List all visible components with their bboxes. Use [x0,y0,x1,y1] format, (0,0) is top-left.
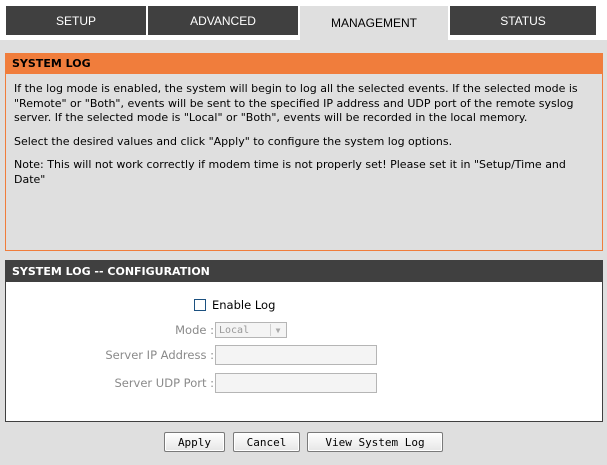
info-panel-title: SYSTEM LOG [6,54,602,74]
action-buttons: Apply Cancel View System Log [0,432,607,458]
server-port-input[interactable] [215,373,377,393]
enable-log-label: Enable Log [212,298,276,312]
system-log-info-panel: SYSTEM LOG If the log mode is enabled, t… [5,53,603,251]
mode-label: Mode : [175,323,214,337]
tab-advanced[interactable]: ADVANCED [148,6,298,35]
info-paragraph: If the log mode is enabled, the system w… [14,82,578,124]
server-ip-input[interactable] [215,345,377,365]
enable-log-row: Enable Log [194,295,275,315]
main-content: SYSTEM LOG If the log mode is enabled, t… [0,40,607,465]
mode-select[interactable]: Local ▼ [215,322,287,338]
cancel-button[interactable]: Cancel [233,432,300,452]
chevron-down-icon: ▼ [270,324,285,336]
tab-setup[interactable]: SETUP [6,6,146,35]
mode-select-value: Local [219,324,250,336]
info-paragraph: Select the desired values and click "App… [14,134,453,148]
apply-button[interactable]: Apply [164,432,225,452]
enable-log-checkbox[interactable] [194,299,206,311]
server-ip-row: Server IP Address : [6,345,602,365]
view-system-log-button[interactable]: View System Log [307,432,443,452]
server-port-label: Server UDP Port : [114,376,214,390]
system-log-config-panel: SYSTEM LOG -- CONFIGURATION Enable Log M… [5,260,603,422]
info-paragraph: Note: This will not work correctly if mo… [14,158,566,186]
tab-management[interactable]: MANAGEMENT [300,6,448,40]
server-ip-label: Server IP Address : [105,348,214,362]
mode-row: Mode : Local ▼ [6,320,602,340]
config-panel-title: SYSTEM LOG -- CONFIGURATION [6,261,602,282]
info-panel-body: If the log mode is enabled, the system w… [6,74,602,187]
tab-status[interactable]: STATUS [450,6,596,35]
server-port-row: Server UDP Port : [6,373,602,393]
top-navigation: SETUP ADVANCED MANAGEMENT STATUS [0,0,607,40]
